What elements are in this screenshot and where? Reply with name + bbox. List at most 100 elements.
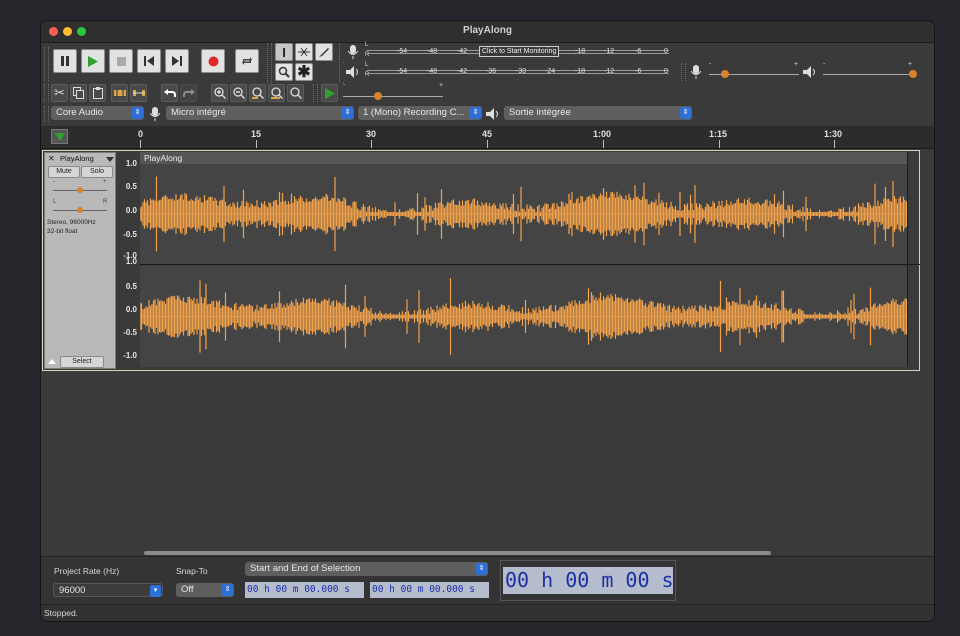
edit-grip[interactable]	[44, 84, 49, 102]
pause-icon	[61, 56, 69, 66]
recording-channels-select[interactable]: 1 (Mono) Recording C... ⇕	[358, 106, 482, 120]
play-button[interactable]	[81, 49, 105, 73]
scale-label: 0.5	[125, 182, 137, 191]
play-speed-thumb[interactable]	[374, 92, 382, 100]
zoom-out-button[interactable]	[230, 84, 247, 102]
selection-mode-select[interactable]: Start and End of Selection ⇕	[245, 562, 488, 576]
scale-label: 0.5	[125, 282, 137, 291]
chevron-updown-icon: ⇕	[342, 107, 353, 119]
zoom-toggle-button[interactable]	[287, 84, 304, 102]
timeline-options-button[interactable]	[51, 129, 68, 144]
selection-tool-button[interactable]: I	[275, 43, 293, 61]
meter-channel-left: L	[365, 42, 369, 48]
clip-end-line	[907, 152, 908, 367]
fit-project-button[interactable]	[268, 84, 285, 102]
waveform-right-channel[interactable]	[139, 266, 908, 367]
track-close-button[interactable]: ✕	[48, 154, 55, 163]
play-at-speed-grip[interactable]	[313, 84, 318, 102]
envelope-tool-button[interactable]	[295, 43, 313, 61]
skip-to-end-button[interactable]	[165, 49, 189, 73]
pause-button[interactable]	[53, 49, 77, 73]
clip-header[interactable]: PlayAlong	[140, 152, 907, 164]
toolbar-grip[interactable]	[44, 47, 49, 81]
mute-button[interactable]: Mute	[48, 166, 80, 178]
snap-to-select[interactable]: Off ⇕	[176, 583, 234, 597]
record-button[interactable]	[201, 49, 225, 73]
zoom-toggle-icon	[289, 87, 302, 99]
loop-icon	[242, 57, 252, 65]
ruler-tick	[719, 140, 720, 148]
slider-plus: +	[794, 61, 799, 68]
paste-button[interactable]	[89, 84, 106, 102]
ruler-label: 45	[482, 129, 493, 139]
zoom-in-button[interactable]	[211, 84, 228, 102]
copy-button[interactable]	[70, 84, 87, 102]
waveform-right-svg	[139, 278, 908, 355]
asterisk-icon: ✱	[297, 64, 311, 81]
skip-to-start-button[interactable]	[137, 49, 161, 73]
track-name-menu[interactable]: PlayAlong	[60, 154, 94, 163]
stop-button[interactable]	[109, 49, 133, 73]
gain-minus-label: -	[53, 179, 55, 185]
start-monitoring-button[interactable]: Click to Start Monitoring	[479, 46, 560, 57]
pan-left-label: L	[53, 199, 57, 205]
speaker-icon	[486, 108, 498, 120]
cut-button[interactable]: ✂	[51, 84, 68, 102]
play-at-speed-button[interactable]	[321, 84, 338, 102]
magnifier-icon	[278, 66, 290, 78]
meter-tick: -54	[397, 48, 408, 55]
project-rate-value: 96000	[59, 585, 86, 596]
trim-audio-icon	[113, 88, 126, 98]
play-speed-slider[interactable]	[343, 96, 443, 97]
selection-start-time[interactable]: 00 h 00 m 00.000 s	[245, 582, 364, 598]
device-grip[interactable]	[44, 106, 49, 122]
collapse-triangle-icon[interactable]	[48, 359, 56, 364]
track-control-panel[interactable]: ✕ PlayAlong Mute Solo - + L R Stereo, 96…	[44, 152, 116, 369]
audio-position-time[interactable]: 00 h 00 m 00 s	[503, 567, 673, 594]
chevron-updown-icon: ⇕	[222, 584, 233, 596]
project-rate-select[interactable]: 96000 ▾	[53, 583, 163, 597]
audio-host-select[interactable]: Core Audio ⇕	[51, 106, 144, 120]
undo-button[interactable]	[161, 84, 178, 102]
record-icon	[208, 56, 218, 66]
channel-divider	[140, 264, 920, 265]
fit-selection-button[interactable]	[249, 84, 266, 102]
amplitude-scale-right[interactable]: 1.0 0.5 0.0 -0.5 -1.0	[117, 257, 139, 366]
loop-button[interactable]	[235, 49, 259, 73]
recording-volume-thumb[interactable]	[721, 70, 729, 78]
mixer-grip[interactable]	[681, 63, 686, 81]
ruler-label: 1:15	[709, 129, 728, 139]
playback-device-select[interactable]: Sortie intégrée ⇕	[504, 106, 692, 120]
solo-button[interactable]: Solo	[81, 166, 113, 178]
waveform-left-channel[interactable]	[139, 164, 908, 264]
redo-button[interactable]	[180, 84, 197, 102]
trim-button[interactable]	[111, 84, 128, 102]
silence-button[interactable]	[130, 84, 147, 102]
record-meter[interactable]: L R -54 -48 -42 Click to Start Monitorin…	[343, 42, 673, 61]
timeline-ruler[interactable]: 0 15 30 45 1:00 1:15 1:30	[41, 126, 934, 149]
ruler-tick	[603, 140, 604, 148]
playback-meter[interactable]: L R -54 -48 -42 -36 -30 -24 -18 -12 -6 0	[343, 62, 673, 81]
select-track-button[interactable]: Select	[60, 356, 104, 368]
project-rate-label: Project Rate (Hz)	[54, 566, 120, 576]
selection-end-time[interactable]: 00 h 00 m 00.000 s	[370, 582, 489, 598]
draw-tool-button[interactable]	[315, 43, 333, 61]
recording-device-select[interactable]: Micro intégré ⇕	[166, 106, 354, 120]
playback-volume-thumb[interactable]	[909, 70, 917, 78]
speed-slider-minus: -	[343, 82, 346, 89]
tools-grip[interactable]	[267, 43, 272, 83]
gain-slider-thumb[interactable]	[77, 187, 83, 193]
multi-tool-button[interactable]: ✱	[295, 63, 313, 81]
triangle-down-icon	[106, 157, 114, 162]
playback-volume-slider[interactable]	[823, 74, 915, 75]
fit-selection-icon	[251, 87, 264, 99]
track-area[interactable]: ✕ PlayAlong Mute Solo - + L R Stereo, 96…	[41, 149, 934, 556]
envelope-icon	[298, 47, 310, 57]
horizontal-scrollbar-thumb[interactable]	[144, 551, 771, 555]
zoom-tool-button[interactable]	[275, 63, 293, 81]
meter-tick: -24	[545, 68, 556, 75]
meter-tick: -6	[635, 48, 642, 55]
track-info-rate: Stereo, 96000Hz	[47, 219, 96, 226]
pan-slider-thumb[interactable]	[77, 207, 83, 213]
amplitude-scale-left[interactable]: 1.0 0.5 0.0 -0.5 -1.0	[117, 152, 139, 260]
